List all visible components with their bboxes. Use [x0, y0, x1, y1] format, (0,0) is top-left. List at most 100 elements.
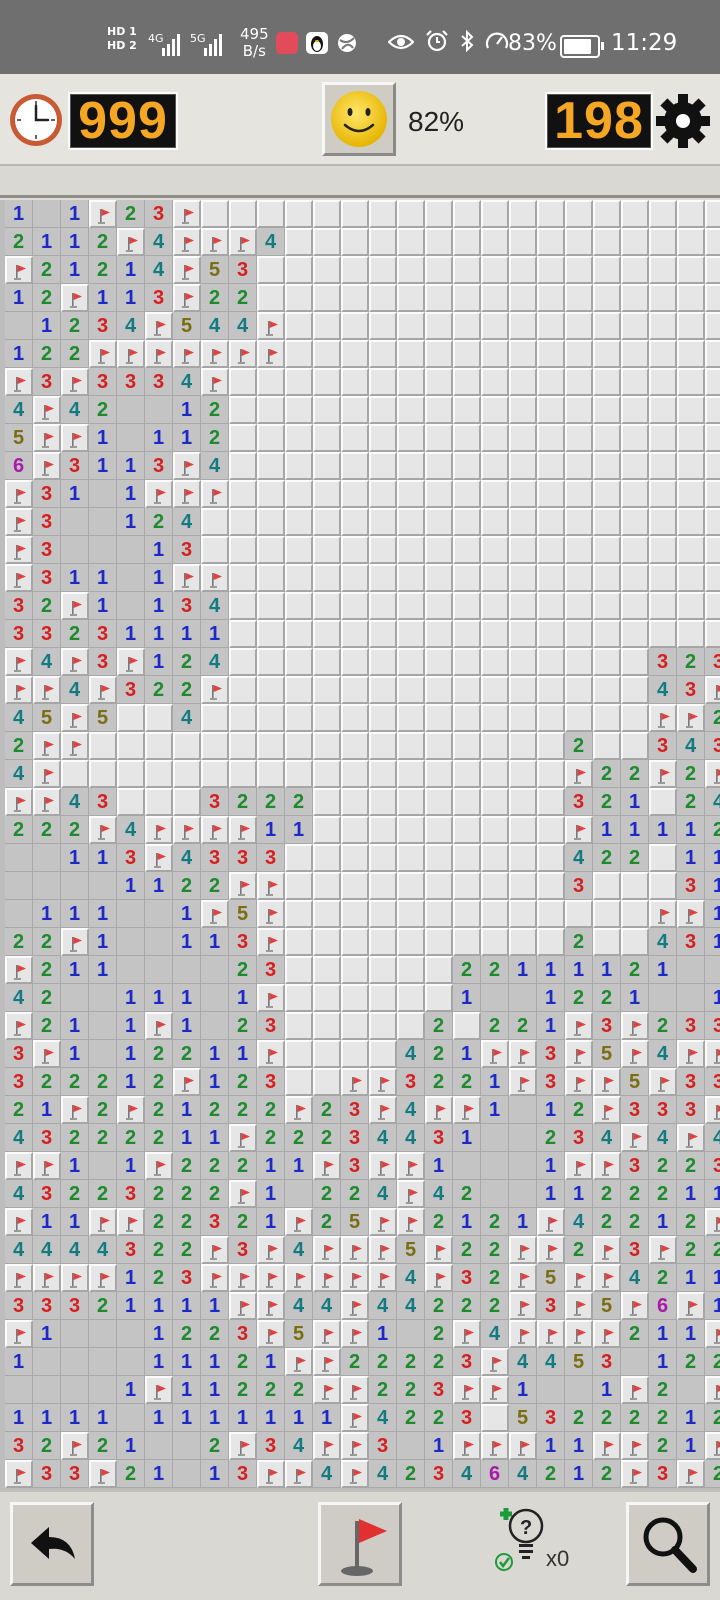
cell-unrevealed[interactable] — [397, 564, 425, 592]
cell-unrevealed[interactable] — [313, 732, 341, 760]
cell-number[interactable]: 4 — [5, 984, 33, 1012]
cell-flag[interactable] — [369, 1264, 397, 1292]
cell-unrevealed[interactable] — [537, 900, 565, 928]
cell-number[interactable]: 1 — [145, 1292, 173, 1320]
cell-flag[interactable] — [5, 256, 33, 284]
cell-unrevealed[interactable] — [313, 480, 341, 508]
cell-unrevealed[interactable] — [509, 368, 537, 396]
cell-number[interactable]: 4 — [537, 1348, 565, 1376]
cell-unrevealed[interactable] — [397, 620, 425, 648]
cell-flag[interactable] — [649, 1236, 677, 1264]
cell-number[interactable]: 5 — [397, 1236, 425, 1264]
cell-number[interactable]: 2 — [453, 1180, 481, 1208]
cell-unrevealed[interactable] — [425, 312, 453, 340]
cell-number[interactable]: 1 — [89, 452, 117, 480]
cell-number[interactable]: 3 — [229, 928, 257, 956]
cell-flag[interactable] — [621, 1292, 649, 1320]
cell-flag[interactable] — [565, 816, 593, 844]
cell-flag[interactable] — [145, 1152, 173, 1180]
cell-empty[interactable] — [145, 900, 173, 928]
cell-number[interactable]: 1 — [89, 928, 117, 956]
cell-unrevealed[interactable] — [425, 816, 453, 844]
cell-unrevealed[interactable] — [257, 760, 285, 788]
cell-number[interactable]: 3 — [33, 368, 61, 396]
cell-flag[interactable] — [453, 1376, 481, 1404]
cell-unrevealed[interactable] — [201, 536, 229, 564]
cell-unrevealed[interactable] — [285, 956, 313, 984]
cell-flag[interactable] — [145, 1012, 173, 1040]
cell-unrevealed[interactable] — [453, 256, 481, 284]
cell-empty[interactable] — [117, 900, 145, 928]
cell-unrevealed[interactable] — [509, 844, 537, 872]
cell-flag[interactable] — [565, 760, 593, 788]
cell-unrevealed[interactable] — [369, 984, 397, 1012]
cell-unrevealed[interactable] — [565, 452, 593, 480]
cell-empty[interactable] — [145, 928, 173, 956]
cell-unrevealed[interactable] — [565, 284, 593, 312]
cell-flag[interactable] — [397, 1208, 425, 1236]
cell-unrevealed[interactable] — [537, 536, 565, 564]
cell-unrevealed[interactable] — [397, 228, 425, 256]
cell-unrevealed[interactable] — [509, 508, 537, 536]
cell-unrevealed[interactable] — [621, 648, 649, 676]
cell-number[interactable]: 1 — [173, 1404, 201, 1432]
cell-flag[interactable] — [173, 284, 201, 312]
cell-flag[interactable] — [201, 1264, 229, 1292]
cell-unrevealed[interactable] — [481, 200, 509, 228]
cell-flag[interactable] — [677, 1460, 705, 1488]
cell-unrevealed[interactable] — [677, 228, 705, 256]
cell-unrevealed[interactable] — [229, 676, 257, 704]
cell-unrevealed[interactable] — [593, 396, 621, 424]
cell-number[interactable]: 2 — [33, 928, 61, 956]
cell-flag[interactable] — [593, 1068, 621, 1096]
cell-number[interactable]: 1 — [61, 1208, 89, 1236]
cell-unrevealed[interactable] — [649, 536, 677, 564]
cell-flag[interactable] — [593, 1432, 621, 1460]
cell-number[interactable]: 1 — [201, 928, 229, 956]
cell-number[interactable]: 3 — [425, 1124, 453, 1152]
cell-unrevealed[interactable] — [593, 508, 621, 536]
cell-number[interactable]: 4 — [397, 1264, 425, 1292]
cell-unrevealed[interactable] — [453, 592, 481, 620]
cell-unrevealed[interactable] — [425, 984, 453, 1012]
cell-number[interactable]: 1 — [173, 1376, 201, 1404]
cell-unrevealed[interactable] — [509, 424, 537, 452]
cell-number[interactable]: 2 — [425, 1040, 453, 1068]
cell-number[interactable]: 1 — [201, 1068, 229, 1096]
cell-unrevealed[interactable] — [481, 508, 509, 536]
cell-flag[interactable] — [257, 312, 285, 340]
cell-flag[interactable] — [5, 480, 33, 508]
cell-unrevealed[interactable] — [453, 564, 481, 592]
cell-unrevealed[interactable] — [509, 452, 537, 480]
cell-unrevealed[interactable] — [509, 312, 537, 340]
cell-unrevealed[interactable] — [397, 284, 425, 312]
cell-number[interactable]: 1 — [705, 1264, 720, 1292]
cell-unrevealed[interactable] — [649, 284, 677, 312]
cell-number[interactable]: 2 — [565, 984, 593, 1012]
cell-unrevealed[interactable] — [425, 284, 453, 312]
cell-unrevealed[interactable] — [537, 284, 565, 312]
cell-flag[interactable] — [621, 1012, 649, 1040]
cell-unrevealed[interactable] — [257, 704, 285, 732]
cell-empty[interactable] — [453, 1152, 481, 1180]
cell-unrevealed[interactable] — [621, 368, 649, 396]
cell-flag[interactable] — [313, 1376, 341, 1404]
cell-unrevealed[interactable] — [481, 536, 509, 564]
cell-unrevealed[interactable] — [257, 452, 285, 480]
cell-unrevealed[interactable] — [537, 396, 565, 424]
cell-number[interactable]: 1 — [173, 900, 201, 928]
cell-flag[interactable] — [145, 1376, 173, 1404]
cell-unrevealed[interactable] — [649, 480, 677, 508]
cell-number[interactable]: 1 — [453, 1040, 481, 1068]
cell-number[interactable]: 2 — [89, 256, 117, 284]
cell-unrevealed[interactable] — [285, 452, 313, 480]
cell-flag[interactable] — [201, 228, 229, 256]
cell-unrevealed[interactable] — [257, 396, 285, 424]
cell-unrevealed[interactable] — [649, 200, 677, 228]
cell-number[interactable]: 1 — [33, 228, 61, 256]
cell-flag[interactable] — [537, 1208, 565, 1236]
cell-number[interactable]: 3 — [341, 1152, 369, 1180]
cell-unrevealed[interactable] — [369, 424, 397, 452]
cell-unrevealed[interactable] — [593, 872, 621, 900]
cell-flag[interactable] — [705, 1432, 720, 1460]
